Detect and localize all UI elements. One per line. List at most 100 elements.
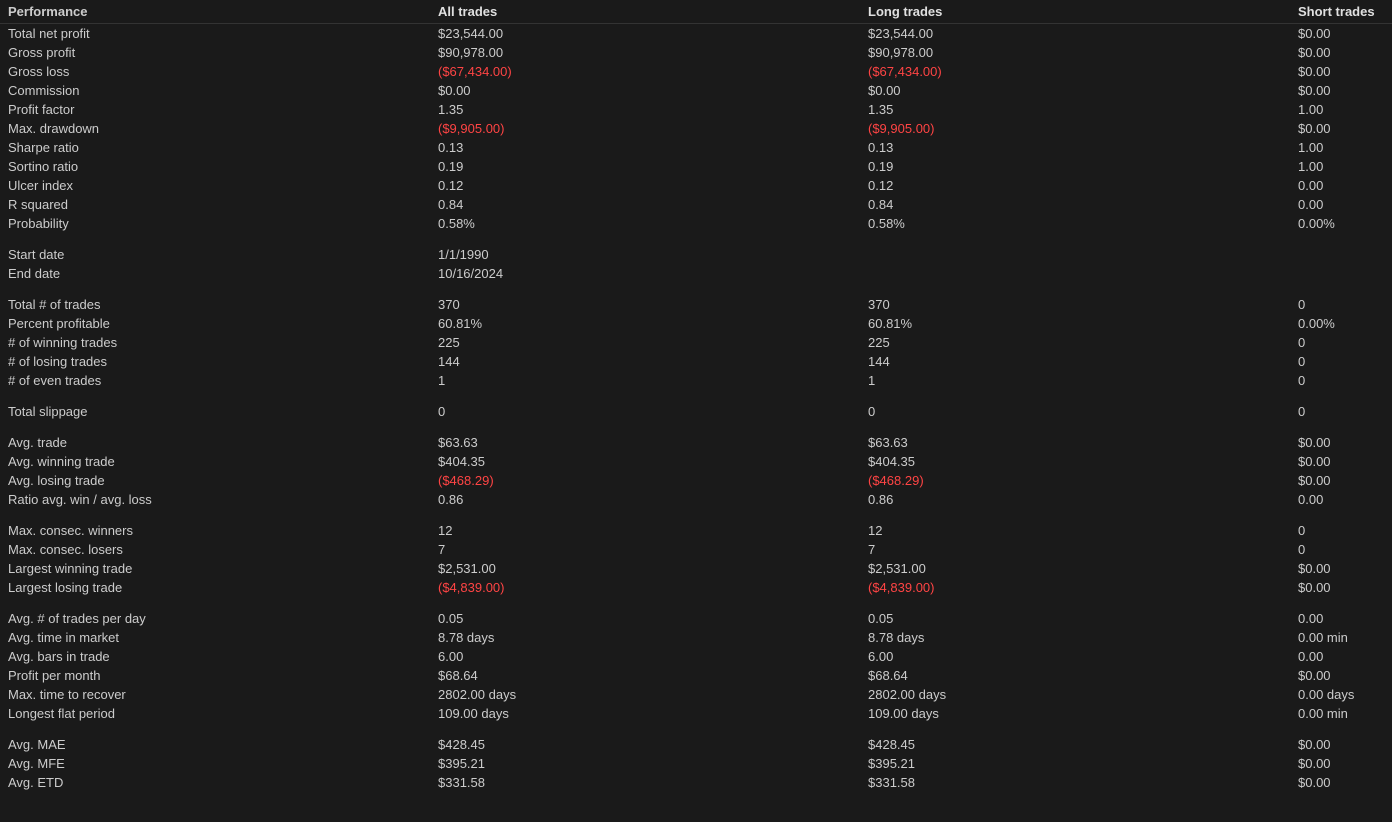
row-label: Sharpe ratio xyxy=(0,138,430,157)
row-long-trades: 0.13 xyxy=(860,138,1290,157)
row-label: Avg. bars in trade xyxy=(0,647,430,666)
row-long-trades xyxy=(860,245,1290,264)
row-all-trades: $90,978.00 xyxy=(430,43,860,62)
col-header-all-trades: All trades xyxy=(430,0,860,24)
table-row: # of even trades110 xyxy=(0,371,1392,390)
row-short-trades: 1.00 xyxy=(1290,100,1392,119)
row-short-trades: $0.00 xyxy=(1290,666,1392,685)
row-long-trades: 2802.00 days xyxy=(860,685,1290,704)
table-row: Avg. time in market8.78 days8.78 days0.0… xyxy=(0,628,1392,647)
row-label: Total net profit xyxy=(0,24,430,44)
row-all-trades: 0.05 xyxy=(430,609,860,628)
row-all-trades: 1/1/1990 xyxy=(430,245,860,264)
row-long-trades: 144 xyxy=(860,352,1290,371)
row-all-trades: 0.86 xyxy=(430,490,860,509)
row-short-trades: 0 xyxy=(1290,295,1392,314)
row-short-trades: $0.00 xyxy=(1290,43,1392,62)
row-short-trades: 0 xyxy=(1290,352,1392,371)
row-label: Sortino ratio xyxy=(0,157,430,176)
row-all-trades: 0.19 xyxy=(430,157,860,176)
row-long-trades: $0.00 xyxy=(860,81,1290,100)
row-short-trades: 0.00 xyxy=(1290,195,1392,214)
table-row: Largest winning trade$2,531.00$2,531.00$… xyxy=(0,559,1392,578)
row-long-trades: ($9,905.00) xyxy=(860,119,1290,138)
row-all-trades: $404.35 xyxy=(430,452,860,471)
table-row: Avg. ETD$331.58$331.58$0.00 xyxy=(0,773,1392,792)
row-all-trades: ($468.29) xyxy=(430,471,860,490)
row-label: # of losing trades xyxy=(0,352,430,371)
row-long-trades: 60.81% xyxy=(860,314,1290,333)
row-all-trades: ($9,905.00) xyxy=(430,119,860,138)
row-label: Largest winning trade xyxy=(0,559,430,578)
row-all-trades: 225 xyxy=(430,333,860,352)
row-all-trades: $331.58 xyxy=(430,773,860,792)
spacer-row xyxy=(0,723,1392,735)
table-row: Longest flat period109.00 days109.00 day… xyxy=(0,704,1392,723)
table-row: Ulcer index0.120.120.00 xyxy=(0,176,1392,195)
row-short-trades: $0.00 xyxy=(1290,81,1392,100)
row-long-trades: $395.21 xyxy=(860,754,1290,773)
row-label: Ratio avg. win / avg. loss xyxy=(0,490,430,509)
row-all-trades: $23,544.00 xyxy=(430,24,860,44)
row-all-trades: $2,531.00 xyxy=(430,559,860,578)
row-long-trades: 12 xyxy=(860,521,1290,540)
row-long-trades: $331.58 xyxy=(860,773,1290,792)
table-row: Largest losing trade($4,839.00)($4,839.0… xyxy=(0,578,1392,597)
row-all-trades: 60.81% xyxy=(430,314,860,333)
row-short-trades: $0.00 xyxy=(1290,735,1392,754)
row-label: Total slippage xyxy=(0,402,430,421)
table-row: Total net profit$23,544.00$23,544.00$0.0… xyxy=(0,24,1392,44)
table-row: Probability0.58%0.58%0.00% xyxy=(0,214,1392,233)
row-label: Profit per month xyxy=(0,666,430,685)
row-long-trades: $68.64 xyxy=(860,666,1290,685)
row-all-trades: 0.58% xyxy=(430,214,860,233)
row-label: Max. drawdown xyxy=(0,119,430,138)
row-label: Avg. trade xyxy=(0,433,430,452)
row-label: Profit factor xyxy=(0,100,430,119)
performance-table: Performance All trades Long trades Short… xyxy=(0,0,1392,792)
row-label: # of even trades xyxy=(0,371,430,390)
row-short-trades: $0.00 xyxy=(1290,433,1392,452)
row-long-trades: 1.35 xyxy=(860,100,1290,119)
row-long-trades: $63.63 xyxy=(860,433,1290,452)
row-label: Avg. # of trades per day xyxy=(0,609,430,628)
row-short-trades: 0 xyxy=(1290,540,1392,559)
row-all-trades: $63.63 xyxy=(430,433,860,452)
row-all-trades: 1.35 xyxy=(430,100,860,119)
row-short-trades: 0.00 days xyxy=(1290,685,1392,704)
row-all-trades: 109.00 days xyxy=(430,704,860,723)
col-header-short-trades: Short trades xyxy=(1290,0,1392,24)
row-short-trades: 0 xyxy=(1290,402,1392,421)
row-short-trades: 0 xyxy=(1290,521,1392,540)
table-row: Sortino ratio0.190.191.00 xyxy=(0,157,1392,176)
row-label: Avg. winning trade xyxy=(0,452,430,471)
row-label: Avg. MAE xyxy=(0,735,430,754)
row-short-trades: $0.00 xyxy=(1290,559,1392,578)
table-row: Avg. losing trade($468.29)($468.29)$0.00 xyxy=(0,471,1392,490)
row-short-trades xyxy=(1290,245,1392,264)
row-all-trades: 12 xyxy=(430,521,860,540)
table-row: Avg. trade$63.63$63.63$0.00 xyxy=(0,433,1392,452)
row-short-trades: 0.00 xyxy=(1290,609,1392,628)
row-label: Max. time to recover xyxy=(0,685,430,704)
row-label: Percent profitable xyxy=(0,314,430,333)
row-short-trades xyxy=(1290,264,1392,283)
col-header-performance: Performance xyxy=(0,0,430,24)
row-short-trades: 0.00 min xyxy=(1290,704,1392,723)
row-long-trades: 0.58% xyxy=(860,214,1290,233)
row-short-trades: $0.00 xyxy=(1290,471,1392,490)
table-row: Total slippage000 xyxy=(0,402,1392,421)
row-label: Avg. time in market xyxy=(0,628,430,647)
row-short-trades: 0.00 xyxy=(1290,176,1392,195)
row-all-trades: 6.00 xyxy=(430,647,860,666)
table-row: Percent profitable60.81%60.81%0.00% xyxy=(0,314,1392,333)
spacer-row xyxy=(0,233,1392,245)
row-long-trades: 1 xyxy=(860,371,1290,390)
table-row: # of losing trades1441440 xyxy=(0,352,1392,371)
row-long-trades: 7 xyxy=(860,540,1290,559)
row-label: Commission xyxy=(0,81,430,100)
row-label: Max. consec. winners xyxy=(0,521,430,540)
table-row: Max. drawdown($9,905.00)($9,905.00)$0.00 xyxy=(0,119,1392,138)
row-short-trades: $0.00 xyxy=(1290,452,1392,471)
row-short-trades: 0.00% xyxy=(1290,214,1392,233)
